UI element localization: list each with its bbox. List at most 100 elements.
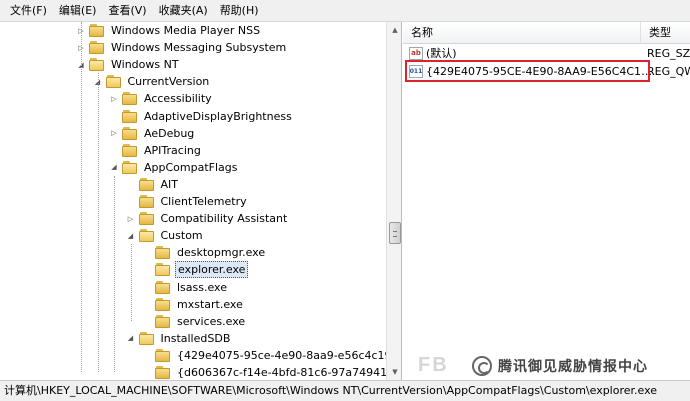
value-type: REG_SZ [647, 46, 690, 60]
wechat-logo-icon [472, 356, 492, 376]
registry-tree-pane: ▷ Windows Media Player NSS ▷ Windows Messag… [0, 22, 402, 380]
expand-arrow-icon[interactable]: ▷ [109, 125, 119, 142]
open-folder-icon [138, 229, 155, 243]
tree-node-label: AdaptiveDisplayBrightness [144, 109, 292, 123]
tree-guide-line [81, 22, 82, 372]
value-type: REG_QW [647, 64, 690, 78]
watermark-text: 腾讯御见威胁情报中心 [498, 359, 648, 375]
collapse-arrow-icon[interactable]: ◢ [109, 159, 119, 176]
tree-node[interactable]: explorer.exe [142, 261, 249, 279]
tree-node-label: AIT [160, 177, 179, 191]
tree-node-label: AppCompatFlags [144, 160, 238, 174]
tree-node[interactable]: ▷ AeDebug [109, 125, 196, 142]
menu-favorites[interactable]: 收藏夹(A) [153, 1, 214, 21]
tree-node-label: APITracing [144, 143, 201, 157]
tree-node-label: {d606367c-f14e-4bfd-81c6-97a74941d5e0} [177, 366, 386, 379]
scroll-up-icon[interactable]: ▲ [388, 23, 401, 37]
tree-node-label: CurrentVersion [127, 75, 210, 89]
tree-node[interactable]: desktopmgr.exe [142, 244, 267, 261]
registry-tree: ▷ Windows Media Player NSS ▷ Windows Messag… [0, 22, 386, 380]
tree-guide-line [114, 175, 115, 372]
tree-node[interactable]: ClientTelemetry [126, 193, 249, 210]
menu-help[interactable]: 帮助(H) [214, 1, 265, 21]
scroll-down-icon[interactable]: ▼ [388, 365, 401, 379]
open-folder-icon [138, 331, 155, 345]
tree-node[interactable]: {429e4075-95ce-4e90-8aa9-e56c4c199dcf} [142, 347, 386, 364]
column-header-type[interactable]: 类型 [641, 22, 690, 44]
string-value-icon: ab [409, 46, 423, 60]
folder-icon [155, 366, 171, 379]
menu-view[interactable]: 查看(V) [102, 1, 152, 21]
tree-node[interactable]: ▷ Compatibility Assistant [126, 210, 290, 227]
tree-node-label: InstalledSDB [160, 331, 231, 345]
folder-icon [89, 24, 105, 37]
tree-node[interactable]: ▷ Windows Messaging Subsystem [76, 39, 288, 56]
menu-file[interactable]: 文件(F) [4, 1, 53, 21]
tree-node[interactable]: ◢ InstalledSDB [126, 330, 233, 347]
value-name: (默认) [426, 47, 457, 60]
folder-icon [122, 92, 138, 106]
tree-node[interactable]: AIT [126, 176, 181, 193]
folder-icon [155, 246, 171, 260]
tree-node[interactable]: ◢ Custom [126, 227, 205, 244]
tree-node-label: AeDebug [144, 126, 195, 140]
folder-icon [122, 126, 138, 140]
collapse-arrow-icon[interactable]: ◢ [126, 227, 136, 244]
values-list-pane: 名称 类型 ab (默认) REG_SZ 011 {429E4075-95CE-… [403, 22, 690, 380]
tree-node[interactable]: AdaptiveDisplayBrightness [109, 108, 294, 125]
tree-node-label: Windows NT [111, 58, 179, 72]
folder-icon [138, 212, 155, 226]
tree-node-label: mxstart.exe [177, 297, 243, 311]
tree-node[interactable]: ◢ AppCompatFlags [109, 159, 240, 176]
expand-arrow-icon[interactable]: ▷ [109, 90, 119, 107]
folder-icon [155, 314, 171, 328]
open-folder-icon [105, 75, 122, 89]
tree-node-label: Windows Messaging Subsystem [111, 41, 287, 55]
menu-edit[interactable]: 编辑(E) [53, 1, 103, 21]
tree-node[interactable]: lsass.exe [142, 279, 229, 296]
tree-node-label: Accessibility [144, 92, 212, 106]
menu-bar: 文件(F) 编辑(E) 查看(V) 收藏夹(A) 帮助(H) [0, 0, 690, 22]
watermark-logo-faded: FB [418, 354, 449, 376]
tree-node-label: Windows Media Player NSS [111, 24, 261, 37]
tree-node[interactable]: APITracing [109, 142, 203, 159]
folder-icon [155, 280, 171, 294]
collapse-arrow-icon[interactable]: ◢ [126, 330, 136, 347]
tree-guide-line [97, 73, 99, 372]
watermark: 腾讯御见威胁情报中心 [472, 356, 648, 376]
tree-node-label: services.exe [177, 314, 246, 328]
open-folder-icon [122, 160, 138, 174]
tree-guide-line [130, 244, 132, 321]
folder-icon [89, 41, 105, 55]
tree-node[interactable]: mxstart.exe [142, 296, 245, 313]
tree-node[interactable]: ▷ Accessibility [109, 90, 214, 107]
tree-node[interactable]: ◢ CurrentVersion [93, 73, 212, 90]
tree-node-label: lsass.exe [177, 280, 227, 294]
folder-icon [138, 195, 155, 208]
expand-arrow-icon[interactable]: ▷ [126, 210, 136, 227]
tree-node-label: Custom [160, 229, 203, 243]
tree-node[interactable]: {d606367c-f14e-4bfd-81c6-97a74941d5e0} [142, 364, 386, 380]
tree-node[interactable]: services.exe [142, 313, 247, 330]
folder-icon [138, 177, 155, 191]
tree-node[interactable]: ◢ Windows NT [76, 56, 181, 73]
tree-node-label: {429e4075-95ce-4e90-8aa9-e56c4c199dcf} [177, 348, 386, 362]
tree-node[interactable]: ▷ Windows Media Player NSS [76, 22, 262, 39]
tree-scrollbar[interactable]: ▲ ▼ [386, 22, 401, 380]
folder-icon [122, 109, 138, 123]
scroll-thumb[interactable] [389, 222, 401, 244]
status-bar: 计算机\HKEY_LOCAL_MACHINE\SOFTWARE\Microsof… [0, 380, 690, 401]
open-folder-icon [89, 58, 105, 72]
column-header-name[interactable]: 名称 [403, 22, 641, 44]
tree-node-label: ClientTelemetry [160, 195, 247, 208]
